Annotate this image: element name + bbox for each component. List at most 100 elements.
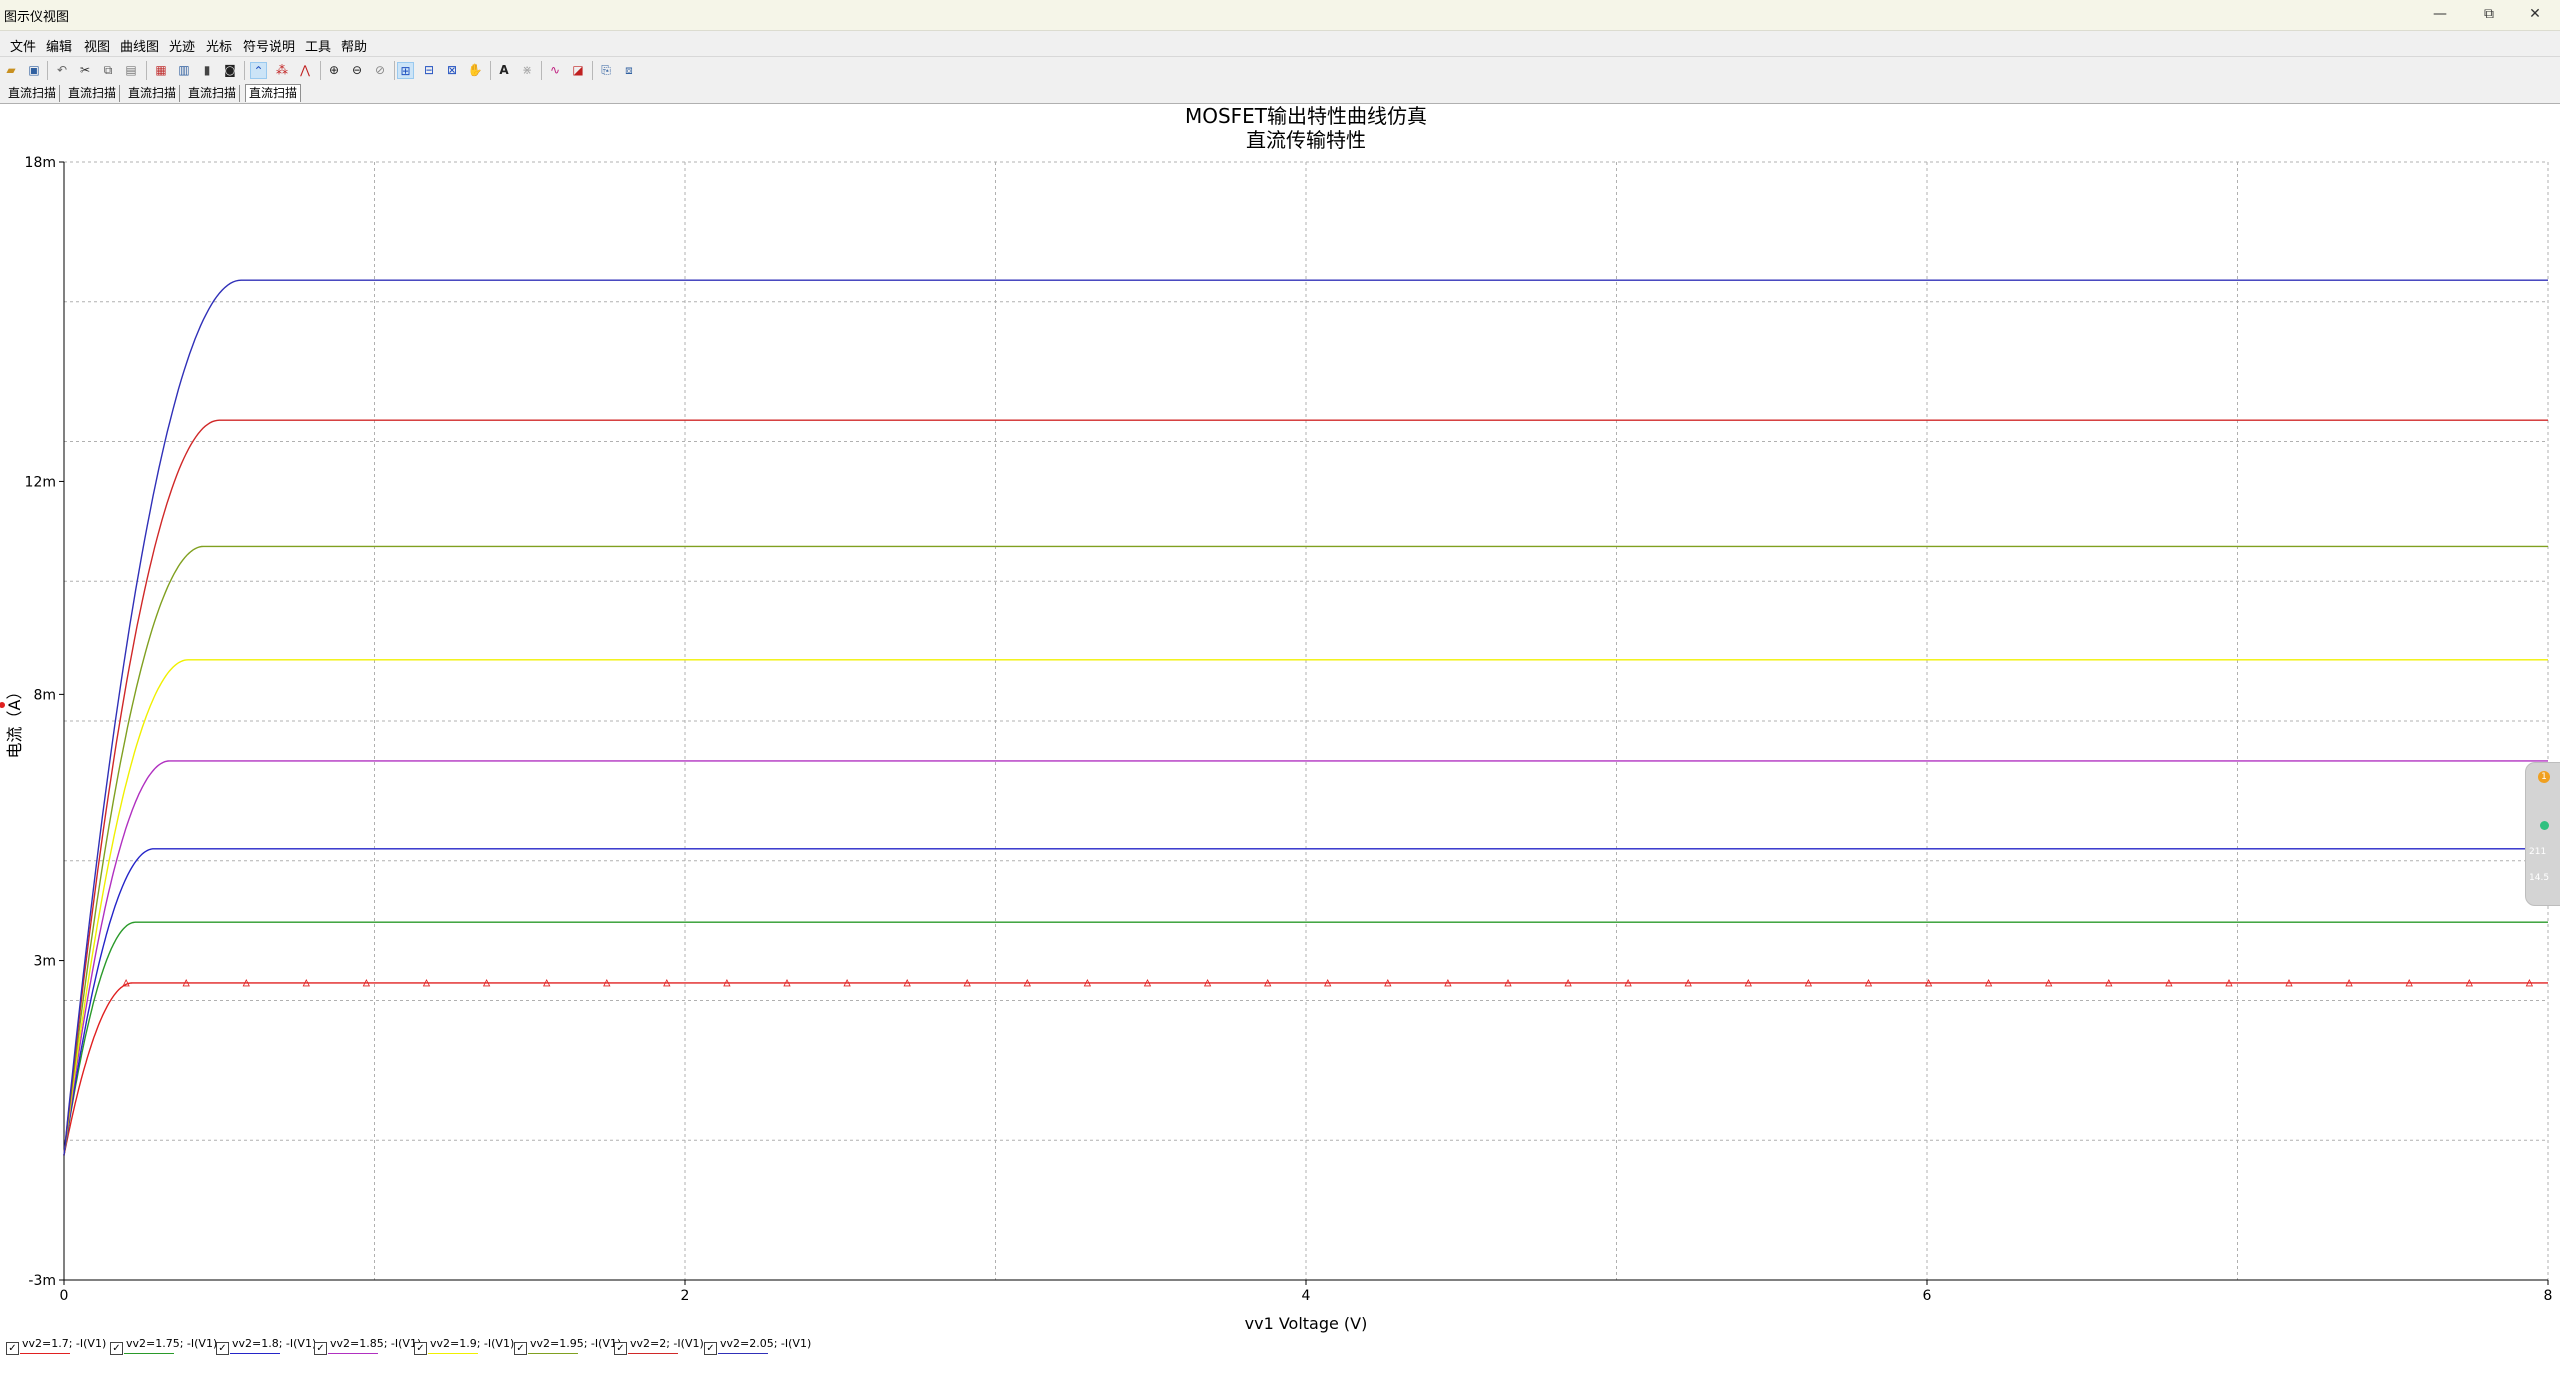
x-tick-label: 8 <box>2544 1288 2553 1304</box>
minimize-button[interactable]: — <box>2417 0 2463 30</box>
tab-dc-sweep-3[interactable]: 直流扫描 <box>125 85 181 102</box>
legend-label: vv2=1.9; -I(V1) <box>430 1337 515 1350</box>
x-tick-label: 2 <box>681 1288 690 1304</box>
restore-button[interactable]: ⧉ <box>2466 0 2512 30</box>
legend-label: vv2=2.05; -I(V1) <box>720 1337 812 1350</box>
close-button[interactable]: ✕ <box>2512 0 2558 30</box>
marker-icon[interactable]: ⋇ <box>519 62 535 78</box>
menu-view[interactable]: 视图 <box>84 36 110 55</box>
legend-checkbox[interactable]: ✓ <box>216 1342 229 1355</box>
tab-dc-sweep-4[interactable]: 直流扫描 <box>185 85 241 102</box>
y-tick-label: 12m <box>25 474 56 490</box>
show-legend-icon[interactable]: ▥ <box>176 62 192 78</box>
legend-checkbox[interactable]: ✓ <box>314 1342 327 1355</box>
export-icon[interactable]: ◙ <box>222 62 238 78</box>
properties-icon[interactable]: ◪ <box>570 62 586 78</box>
trace-icon[interactable]: ∿ <box>547 62 563 78</box>
chart-title: MOSFET输出特性曲线仿真 <box>1185 104 1427 128</box>
legend-label: vv2=2; -I(V1) <box>630 1337 704 1350</box>
toolbar-separator <box>394 61 395 80</box>
legend-swatch <box>528 1353 578 1354</box>
series-line <box>63 279 2548 1156</box>
menu-bar: 文件 编辑 视图 曲线图 光迹 光标 符号说明 工具 帮助 <box>0 31 2560 55</box>
menu-help[interactable]: 帮助 <box>341 36 367 55</box>
graph-area[interactable]: 0 2 4 6 8 -3m 3m 8m 12m 18m MOSFET输出特性曲线仿真 直流传输特性 vv… <box>0 103 2560 1376</box>
copy-graph-icon[interactable]: ⎘ <box>598 62 614 78</box>
cursor-peak-icon[interactable]: ⋀ <box>297 62 313 78</box>
x-tick-label: 0 <box>60 1288 69 1304</box>
pan-icon[interactable]: ✋ <box>467 62 483 78</box>
legend-checkbox[interactable]: ✓ <box>514 1342 527 1355</box>
zoom-x-icon[interactable]: ⊞ <box>397 62 414 79</box>
chart[interactable]: 0 2 4 6 8 -3m 3m 8m 12m 18m MOSFET输出特性曲线仿真直流传输特性 vv… <box>0 104 2560 1376</box>
cursor-line-icon[interactable]: ⌃ <box>250 62 267 79</box>
zoom-fit-icon[interactable]: ⊘ <box>372 62 388 78</box>
menu-trace[interactable]: 光迹 <box>169 36 195 55</box>
toolbar-separator <box>320 61 321 80</box>
legend-swatch <box>328 1353 378 1354</box>
legend-label: vv2=1.8; -I(V1) <box>232 1337 317 1350</box>
chart-subtitle: 直流传输特性 <box>1246 128 1366 152</box>
zoom-area-icon[interactable]: ⊠ <box>444 62 460 78</box>
menu-edit[interactable]: 编辑 <box>46 36 72 55</box>
legend-checkbox[interactable]: ✓ <box>6 1342 19 1355</box>
open-icon[interactable]: ▰ <box>3 62 19 78</box>
legend-checkbox[interactable]: ✓ <box>414 1342 427 1355</box>
widget-readout-2: 14.5 <box>2529 873 2550 883</box>
paste-icon[interactable]: ▤ <box>123 62 139 78</box>
legend-swatch <box>628 1353 678 1354</box>
widget-readout-1: 211 <box>2529 847 2547 857</box>
cut-icon[interactable]: ✂ <box>77 62 93 78</box>
x-tick-label: 6 <box>1923 1288 1932 1304</box>
legend-label: vv2=1.75; -I(V1) <box>126 1337 218 1350</box>
legend-label: vv2=1.95; -I(V1) <box>530 1337 622 1350</box>
undo-icon[interactable]: ↶ <box>54 62 70 78</box>
zoom-in-icon[interactable]: ⊕ <box>326 62 342 78</box>
window-title: 图示仪视图 <box>4 10 70 25</box>
x-axis-label: vv1 Voltage (V) <box>1245 1314 1368 1333</box>
legend-swatch <box>428 1353 478 1354</box>
menu-graph[interactable]: 曲线图 <box>120 36 159 55</box>
toolbar-separator <box>146 61 147 80</box>
menu-legend[interactable]: 符号说明 <box>243 36 295 55</box>
side-float-widget[interactable]: 1 211 14.5 <box>2525 762 2560 906</box>
legend-checkbox[interactable]: ✓ <box>110 1342 123 1355</box>
tab-dc-sweep-5[interactable]: 直流扫描 <box>245 84 302 102</box>
zoom-out-icon[interactable]: ⊖ <box>349 62 365 78</box>
tab-dc-sweep-1[interactable]: 直流扫描 <box>5 85 61 102</box>
tab-dc-sweep-2[interactable]: 直流扫描 <box>65 85 121 102</box>
y-axis-label: 电流（A） <box>5 684 24 759</box>
save-icon[interactable]: ▣ <box>26 62 42 78</box>
copy-icon[interactable]: ⧉ <box>100 62 116 78</box>
legend-swatch <box>124 1353 174 1354</box>
menu-tools[interactable]: 工具 <box>305 36 331 55</box>
legend-swatch <box>718 1353 768 1354</box>
bar-chart-icon[interactable]: ▮ <box>199 62 215 78</box>
legend-label: vv2=1.85; -I(V1) <box>330 1337 422 1350</box>
legend-checkbox[interactable]: ✓ <box>614 1342 627 1355</box>
y-tick-label: 3m <box>33 954 56 970</box>
cursor-point-icon[interactable]: ⁂ <box>274 62 290 78</box>
toolbar-separator <box>592 61 593 80</box>
toolbar-separator <box>47 61 48 80</box>
overlay-icon[interactable]: ⧈ <box>621 62 637 78</box>
title-bar: 图示仪视图 — ⧉ ✕ <box>0 0 2560 31</box>
legend-label: vv2=1.7; -I(V1) <box>22 1337 107 1350</box>
legend-checkbox[interactable]: ✓ <box>704 1342 717 1355</box>
toolbar-separator <box>541 61 542 80</box>
menu-file[interactable]: 文件 <box>10 36 36 55</box>
status-dot-icon <box>2540 821 2549 830</box>
y-tick-label: -3m <box>28 1273 56 1289</box>
zoom-y-icon[interactable]: ⊟ <box>421 62 437 78</box>
notification-badge[interactable]: 1 <box>2538 771 2550 783</box>
menu-cursor[interactable]: 光标 <box>206 36 232 55</box>
toolbar-separator <box>490 61 491 80</box>
tab-strip: 直流扫描 直流扫描 直流扫描 直流扫描 直流扫描 <box>0 84 2560 103</box>
legend-swatch <box>230 1353 280 1354</box>
text-icon[interactable]: A <box>496 62 512 78</box>
series-line <box>63 760 2548 1156</box>
grid-icon[interactable]: ▦ <box>153 62 169 78</box>
y-tick-label: 18m <box>25 155 56 171</box>
x-tick-label: 4 <box>1302 1288 1311 1304</box>
y-tick-label: 8m <box>33 687 56 703</box>
